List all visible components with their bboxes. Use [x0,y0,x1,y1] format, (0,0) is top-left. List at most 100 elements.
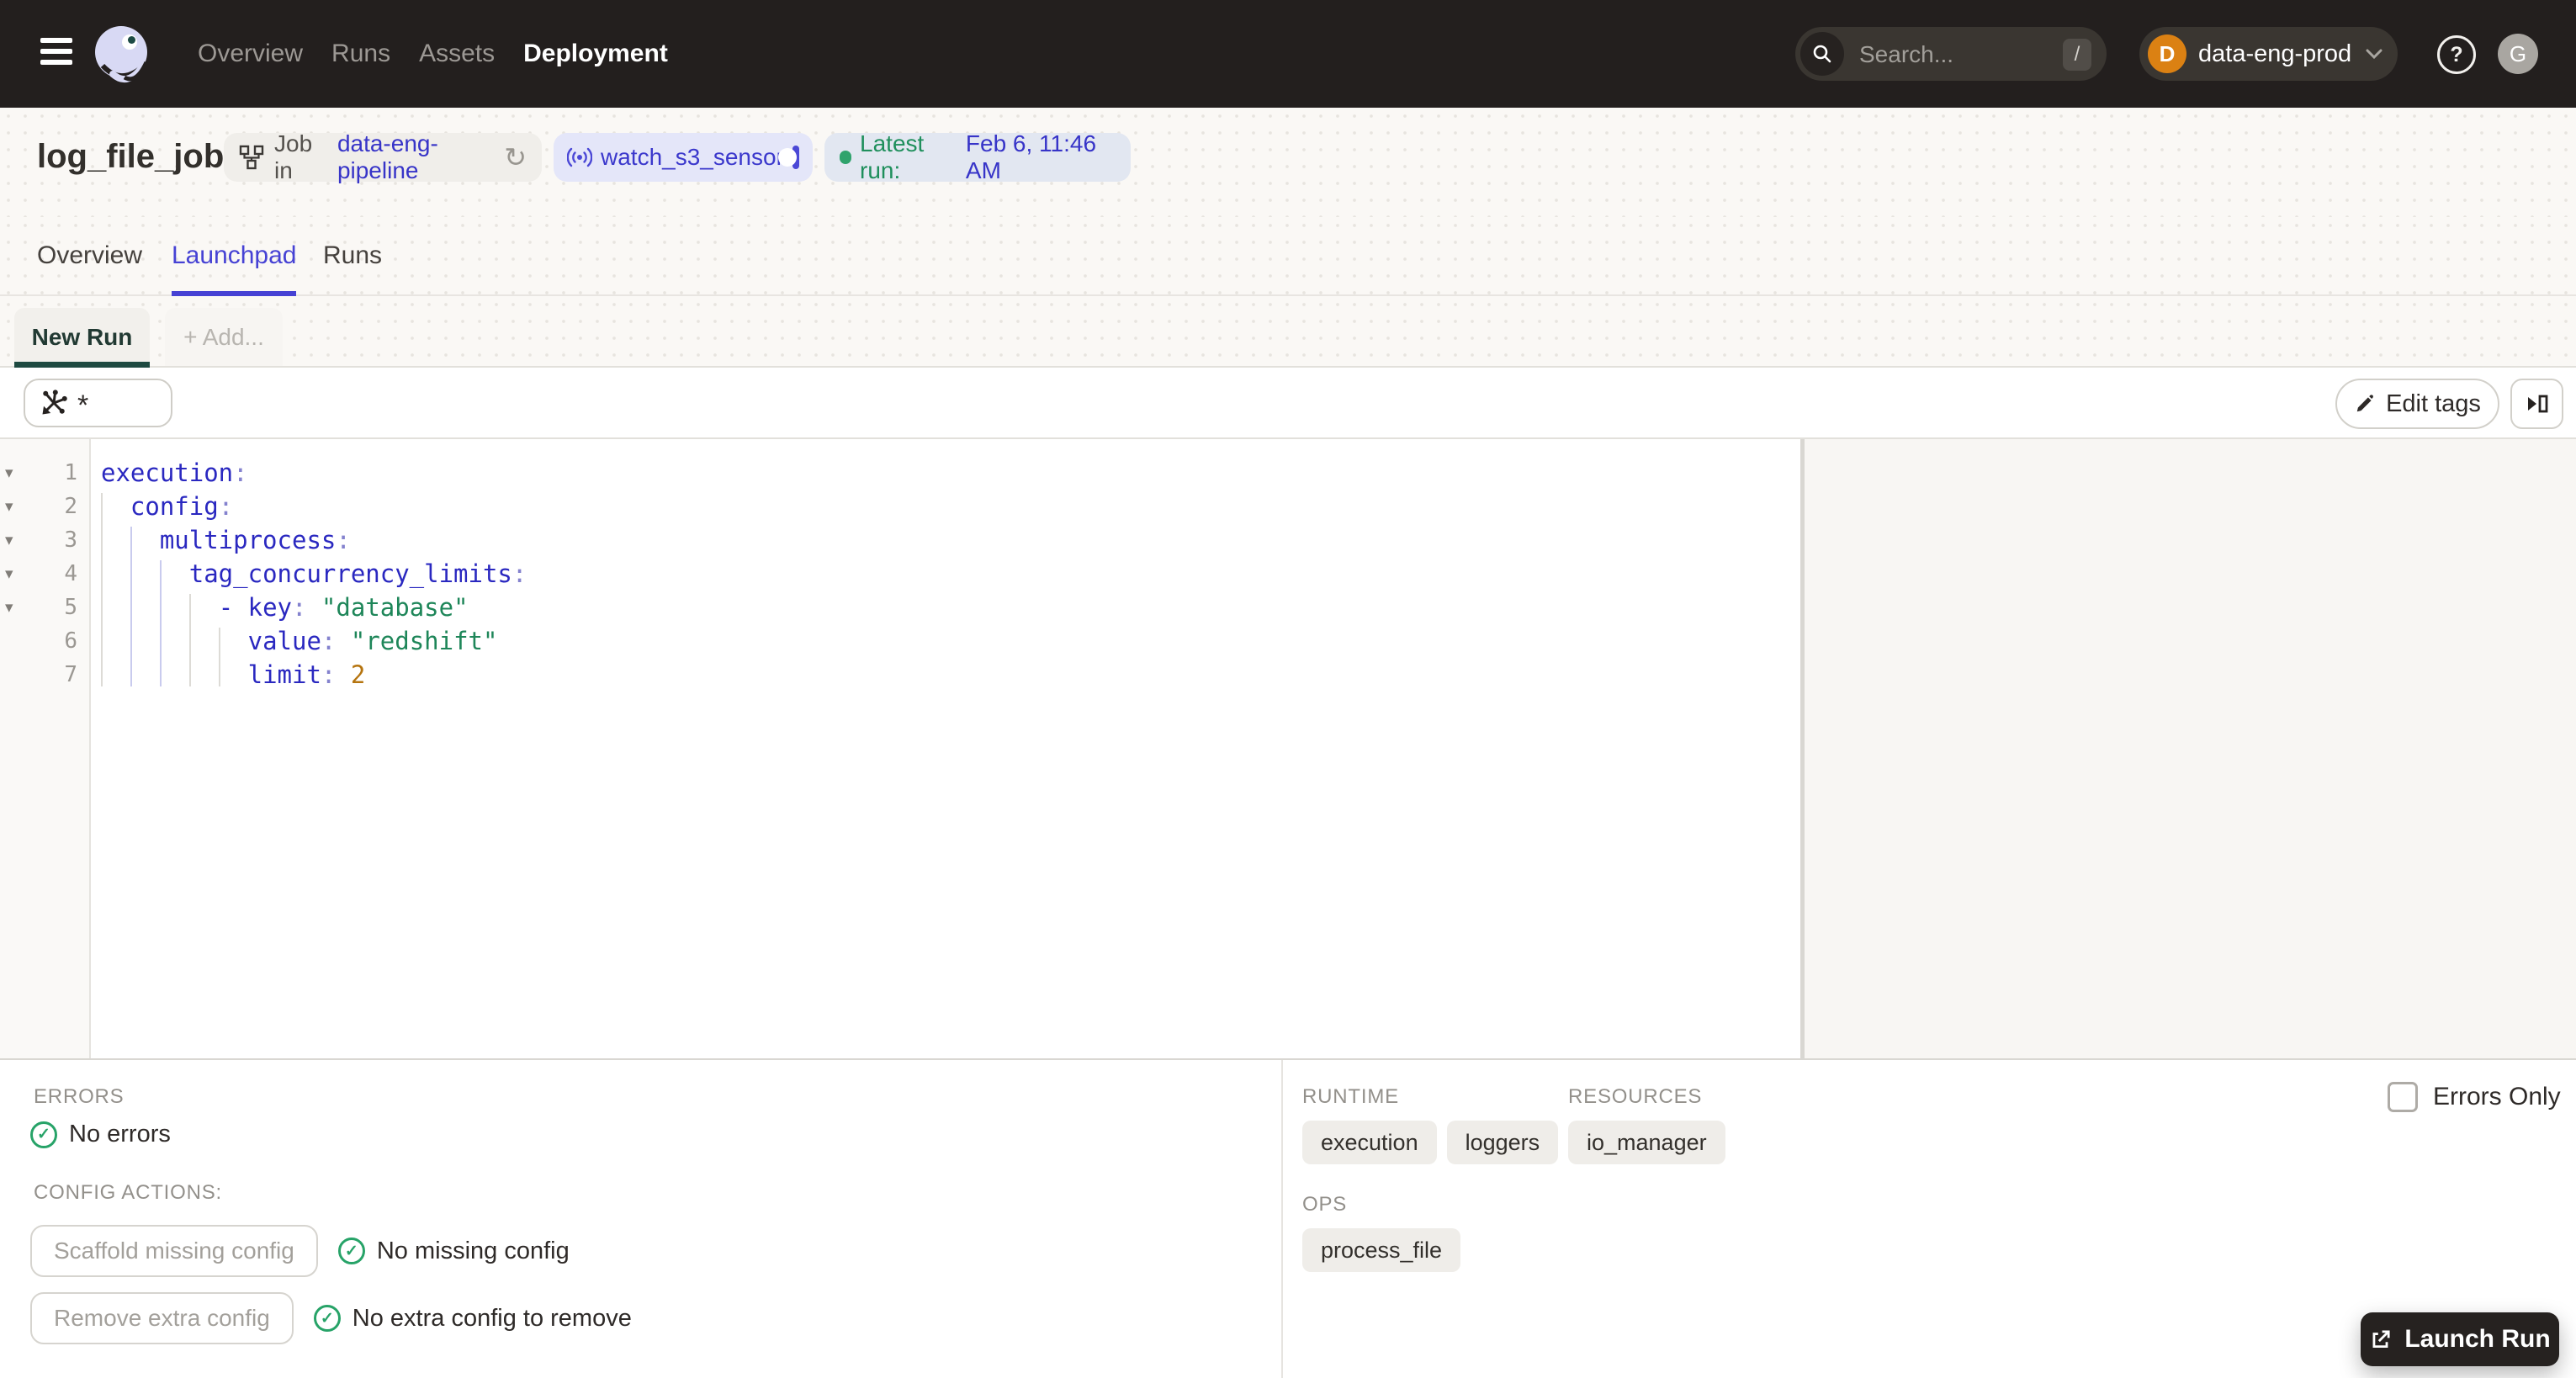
chevron-down-icon [2366,49,2383,60]
edit-tags-button[interactable]: Edit tags [2335,379,2499,429]
resources-pills: io_manager [1568,1121,1725,1164]
resources-heading: RESOURCES [1568,1085,1703,1108]
sensor-toggle[interactable] [778,146,799,169]
latest-run-label: Latest run: [860,130,925,183]
search-shortcut-badge: / [2063,39,2091,71]
job-location-pill: Job in data-eng-pipeline ↻ [224,130,542,184]
run-status-dot [840,151,852,164]
extra-config-status: ✓ No extra config to remove [313,1305,632,1333]
tab-overview[interactable]: Overview [37,217,142,294]
editor-gutter: ▾ 1 ▾ 2 ▾ 3 ▾ 4 ▾ 5 6 7 [0,439,91,1058]
user-avatar[interactable]: G [2498,34,2538,74]
check-circle-icon: ✓ [30,1121,57,1148]
nav-link-deployment[interactable]: Deployment [523,40,668,68]
fold-arrow-icon[interactable]: ▾ [0,598,34,617]
code-line[interactable]: config: [91,490,1800,523]
errors-status-text: No errors [69,1121,171,1147]
errors-only-control[interactable]: Errors Only [2388,1082,2561,1112]
dagster-logo-icon [91,22,156,87]
code-line[interactable]: value: "redshift" [91,624,1800,658]
line-number: 4 [64,561,77,586]
launchpad-toolbar: * Edit tags [0,368,2576,439]
code-line[interactable]: execution: [91,456,1800,490]
code-line[interactable]: limit: 2 [91,658,1800,692]
runtime-pills: execution loggers [1302,1121,1559,1164]
scaffold-missing-config-button[interactable]: Scaffold missing config [30,1225,318,1277]
config-actions-heading: CONFIG ACTIONS: [34,1181,223,1204]
fold-arrow-icon[interactable]: ▾ [0,531,34,550]
search-input[interactable] [1858,27,2038,82]
config-tab-underline [14,362,150,368]
fold-arrow-icon[interactable]: ▾ [0,464,34,483]
nav-link-runs[interactable]: Runs [331,40,390,68]
config-scope-pill[interactable]: loggers [1446,1121,1559,1164]
launchpad-config-tabs: New Run + Add... [0,296,2576,368]
launch-run-label: Launch Run [2404,1325,2551,1353]
launch-icon [2369,1328,2393,1351]
pipeline-link[interactable]: data-eng-pipeline [337,130,490,184]
refresh-icon[interactable]: ↻ [504,141,527,173]
bottom-panel-divider [1281,1060,1283,1378]
indent-guide [218,628,220,686]
config-scope-pill[interactable]: execution [1302,1121,1437,1164]
missing-config-status-text: No missing config [376,1237,570,1264]
line-number: 5 [64,595,77,620]
indent-guide [101,493,103,686]
errors-only-label: Errors Only [2433,1083,2561,1110]
remove-extra-config-button[interactable]: Remove extra config [30,1292,294,1344]
help-icon[interactable]: ? [2437,35,2476,74]
config-editor[interactable]: ▾ 1 ▾ 2 ▾ 3 ▾ 4 ▾ 5 6 7 execution: config: multipro… [0,439,1800,1058]
gutter-line: ▾ 5 [0,591,89,624]
add-config-tab-button[interactable]: + Add... [165,308,283,366]
page-title: log_file_job [37,138,225,175]
editor-code[interactable]: execution: config: multiprocess: tag_con… [91,439,1800,1058]
line-number: 1 [64,460,77,485]
config-scope-pill[interactable]: process_file [1302,1228,1461,1272]
gutter-line: 7 [0,658,89,692]
sensor-icon [567,145,592,170]
op-selector-input[interactable]: * [24,379,172,427]
config-scope-pill[interactable]: io_manager [1568,1121,1725,1164]
ops-heading: OPS [1302,1193,1348,1216]
errors-status-row: ✓ No errors [30,1121,171,1148]
gutter-line: ▾ 4 [0,557,89,591]
tab-launchpad[interactable]: Launchpad [172,217,296,294]
deployment-switcher[interactable]: D data-eng-prod [2139,27,2398,81]
op-graph-icon [39,388,69,418]
line-number: 7 [64,662,77,687]
search-box[interactable]: / [1795,27,2107,82]
latest-run-link[interactable]: Feb 6, 11:46 AM [966,130,1116,184]
code-line[interactable]: multiprocess: [91,523,1800,557]
remove-action-row: Remove extra config ✓ No extra config to… [30,1292,632,1344]
deployment-avatar: D [2148,34,2186,73]
check-circle-icon: ✓ [337,1238,365,1264]
editor-right-pane [1805,439,2576,1058]
job-header: log_file_job Job in data-eng-pipeline ↻ [0,108,2576,217]
code-line[interactable]: - key: "database" [91,591,1800,624]
nav-link-assets[interactable]: Assets [419,40,495,68]
errors-only-checkbox[interactable] [2388,1082,2418,1112]
expand-panel-button[interactable] [2510,379,2563,429]
bottom-panel: ERRORS ✓ No errors CONFIG ACTIONS: Scaff… [0,1058,2576,1378]
op-selector-value: * [77,390,89,421]
pencil-icon [2354,393,2376,415]
check-circle-icon: ✓ [313,1305,341,1332]
indent-guide [159,560,162,686]
job-in-label: Job in [274,130,313,183]
indent-guide [130,527,132,686]
tab-runs[interactable]: Runs [323,217,382,294]
config-tab-new-run[interactable]: New Run [14,308,150,366]
edit-tags-label: Edit tags [2386,390,2481,417]
code-line[interactable]: tag_concurrency_limits: [91,557,1800,591]
expand-panel-icon [2526,393,2549,415]
sensor-link[interactable]: watch_s3_sensor [601,144,784,171]
nav-link-overview[interactable]: Overview [198,40,303,68]
hamburger-menu-icon[interactable] [40,38,72,70]
fold-arrow-icon[interactable]: ▾ [0,497,34,517]
fold-arrow-icon[interactable]: ▾ [0,564,34,584]
line-number: 2 [64,494,77,519]
launch-run-button[interactable]: Launch Run [2361,1312,2559,1366]
latest-run-pill: Latest run: Feb 6, 11:46 AM [824,130,1131,184]
top-nav: Overview Runs Assets Deployment / D data… [0,0,2576,108]
ops-pills: process_file [1302,1228,1461,1272]
